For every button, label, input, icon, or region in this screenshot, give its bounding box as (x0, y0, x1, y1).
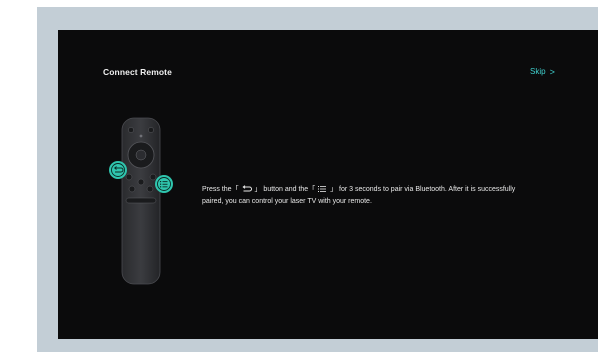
tv-screen: Connect Remote Skip > Press the「 」 butto… (58, 30, 598, 339)
remote-illustration (104, 110, 184, 290)
chevron-right-icon: > (549, 66, 555, 77)
remote-icon (109, 117, 173, 285)
page-title: Connect Remote (103, 67, 172, 77)
skip-label: Skip (530, 67, 546, 76)
instructions-part-2: 」 button and the「 (254, 186, 316, 193)
pairing-instructions: Press the「 」 button and the「 」 for 3 sec… (202, 184, 532, 207)
menu-icon (318, 186, 327, 193)
skip-button[interactable]: Skip > (530, 67, 555, 76)
instructions-part-1: Press the「 (202, 186, 239, 193)
back-icon (241, 185, 252, 192)
